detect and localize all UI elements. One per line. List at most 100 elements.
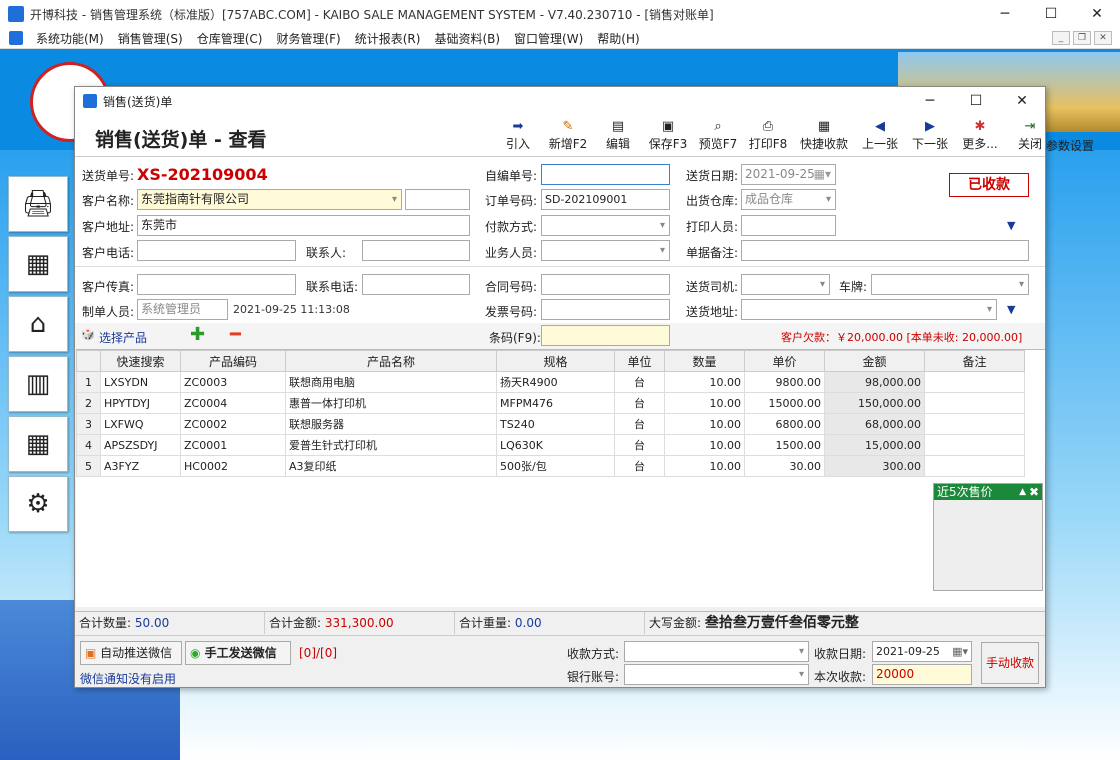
menu-warehouse[interactable]: 仓库管理(C) xyxy=(190,30,270,47)
expand-triangle-icon[interactable]: ▼ xyxy=(1007,219,1015,232)
cell[interactable]: 1500.00 xyxy=(744,434,825,456)
phone-input[interactable] xyxy=(137,240,296,261)
this-recv-input[interactable]: 20000 xyxy=(872,664,972,685)
cell[interactable]: LXFWQ xyxy=(100,413,181,435)
chart-nav-icon[interactable]: ▥ xyxy=(8,356,68,412)
cell[interactable]: 30.00 xyxy=(744,455,825,477)
header-cell[interactable]: 单位 xyxy=(614,350,665,372)
cell[interactable] xyxy=(924,434,1025,456)
plate-select[interactable] xyxy=(871,274,1029,295)
cell[interactable]: 15000.00 xyxy=(744,392,825,414)
settings-nav-icon[interactable]: ⚙ xyxy=(8,476,68,532)
mdi-close-button[interactable]: ✕ xyxy=(1094,31,1112,45)
cell[interactable]: 6800.00 xyxy=(744,413,825,435)
table-row[interactable]: 1 LXSYDN ZC0003 联想商用电脑 扬天R4900 台 10.00 9… xyxy=(76,371,1025,393)
close-button[interactable]: ✕ xyxy=(1074,0,1120,28)
table-row[interactable]: 2 HPYTDYJ ZC0004 惠普一体打印机 MFPM476 台 10.00… xyxy=(76,392,1025,414)
calendar-nav-icon[interactable]: ▦ xyxy=(8,236,68,292)
close-panel-icon[interactable]: ✖ xyxy=(1029,484,1039,500)
self-no-input[interactable] xyxy=(541,164,670,185)
cell[interactable]: LXSYDN xyxy=(100,371,181,393)
more-button[interactable]: ✱ 更多... xyxy=(955,119,1005,152)
order-no-input[interactable]: SD-202109001 xyxy=(541,189,670,210)
warehouse-select[interactable]: 成品仓库 xyxy=(741,189,836,210)
cell[interactable] xyxy=(924,371,1025,393)
driver-select[interactable] xyxy=(741,274,830,295)
cell[interactable]: A3FYZ xyxy=(100,455,181,477)
recv-date-input[interactable]: 2021-09-25 ▦▾ xyxy=(872,641,972,662)
menu-window[interactable]: 窗口管理(W) xyxy=(507,30,590,47)
cell[interactable]: MFPM476 xyxy=(496,392,615,414)
manual-wechat-button[interactable]: ◉ 手工发送微信 xyxy=(185,641,291,665)
recv-method-select[interactable] xyxy=(624,641,809,662)
cell[interactable]: 爱普生针式打印机 xyxy=(285,434,497,456)
table-row[interactable]: 3 LXFWQ ZC0002 联想服务器 TS240 台 10.00 6800.… xyxy=(76,413,1025,435)
header-cell[interactable]: 备注 xyxy=(924,350,1025,372)
cell[interactable]: APSZSDYJ xyxy=(100,434,181,456)
cell[interactable]: 联想商用电脑 xyxy=(285,371,497,393)
menu-finance[interactable]: 财务管理(F) xyxy=(269,30,347,47)
menu-reports[interactable]: 统计报表(R) xyxy=(348,30,428,47)
manual-receipt-button[interactable]: 手动收款 xyxy=(981,642,1039,684)
cell[interactable] xyxy=(924,455,1025,477)
header-cell[interactable]: 规格 xyxy=(496,350,615,372)
import-button[interactable]: ➡ 引入 xyxy=(493,119,543,152)
cell[interactable] xyxy=(924,392,1025,414)
cell[interactable]: 10.00 xyxy=(664,392,745,414)
dialog-close-button[interactable]: ✕ xyxy=(999,87,1045,115)
table-row[interactable]: 5 A3FYZ HC0002 A3复印纸 500张/包 台 10.00 30.0… xyxy=(76,455,1025,477)
remove-row-icon[interactable]: ━ xyxy=(230,324,241,345)
customer-select[interactable]: 东莞指南针有限公司 xyxy=(137,189,402,210)
calendar-icon[interactable]: ▦▾ xyxy=(814,165,831,184)
dialog-minimize-button[interactable]: ─ xyxy=(907,87,953,115)
cell[interactable]: ZC0002 xyxy=(180,413,286,435)
collapse-icon[interactable]: ▲ xyxy=(1019,484,1026,500)
cell[interactable]: ZC0001 xyxy=(180,434,286,456)
cell[interactable]: HPYTDYJ xyxy=(100,392,181,414)
cell[interactable]: 台 xyxy=(614,455,665,477)
cell[interactable]: TS240 xyxy=(496,413,615,435)
cell[interactable]: 9800.00 xyxy=(744,371,825,393)
expand-address-icon[interactable]: ▼ xyxy=(1007,303,1015,316)
dialog-maximize-button[interactable]: ☐ xyxy=(953,87,999,115)
salesman-select[interactable] xyxy=(541,240,670,261)
cell[interactable]: ZC0004 xyxy=(180,392,286,414)
edit-button[interactable]: ▤ 编辑 xyxy=(593,119,643,152)
header-cell[interactable]: 数量 xyxy=(664,350,745,372)
ship-addr-select[interactable] xyxy=(741,299,997,320)
quick-receipt-button[interactable]: ▦ 快捷收款 xyxy=(793,119,855,152)
cell[interactable]: 联想服务器 xyxy=(285,413,497,435)
mdi-restore-button[interactable]: ❐ xyxy=(1073,31,1091,45)
fax-input[interactable] xyxy=(137,274,296,295)
address-input[interactable]: 东莞市 xyxy=(137,215,470,236)
date-input[interactable]: 2021-09-25 ▦▾ xyxy=(741,164,836,185)
cell[interactable]: 台 xyxy=(614,371,665,393)
minimize-button[interactable]: ─ xyxy=(982,0,1028,28)
contact-phone-input[interactable] xyxy=(362,274,470,295)
mdi-minimize-button[interactable]: _ xyxy=(1052,31,1070,45)
invoice-input[interactable] xyxy=(541,299,670,320)
auto-wechat-button[interactable]: ▣ 自动推送微信 xyxy=(80,641,182,665)
cell[interactable]: 10.00 xyxy=(664,371,745,393)
contract-input[interactable] xyxy=(541,274,670,295)
cell[interactable] xyxy=(924,413,1025,435)
menu-basic[interactable]: 基础资料(B) xyxy=(427,30,507,47)
menu-help[interactable]: 帮助(H) xyxy=(590,30,646,47)
printer-input[interactable] xyxy=(741,215,836,236)
cell[interactable]: 10.00 xyxy=(664,434,745,456)
bank-select[interactable] xyxy=(624,664,809,685)
printer-nav-icon[interactable]: 🖨 xyxy=(8,176,68,232)
new-button[interactable]: ✎ 新增F2 xyxy=(543,119,593,152)
close-form-button[interactable]: ⇥ 关闭 xyxy=(1005,119,1055,152)
header-cell[interactable]: 金额 xyxy=(824,350,925,372)
cell[interactable]: LQ630K xyxy=(496,434,615,456)
menu-system[interactable]: 系统功能(M) xyxy=(29,30,111,47)
table-row[interactable]: 4 APSZSDYJ ZC0001 爱普生针式打印机 LQ630K 台 10.0… xyxy=(76,434,1025,456)
cell[interactable]: HC0002 xyxy=(180,455,286,477)
cell[interactable]: 扬天R4900 xyxy=(496,371,615,393)
header-cell[interactable]: 单价 xyxy=(744,350,825,372)
preview-button[interactable]: ⌕ 预览F7 xyxy=(693,119,743,152)
cell[interactable]: 10.00 xyxy=(664,455,745,477)
save-button[interactable]: ▣ 保存F3 xyxy=(643,119,693,152)
cell[interactable]: 台 xyxy=(614,392,665,414)
